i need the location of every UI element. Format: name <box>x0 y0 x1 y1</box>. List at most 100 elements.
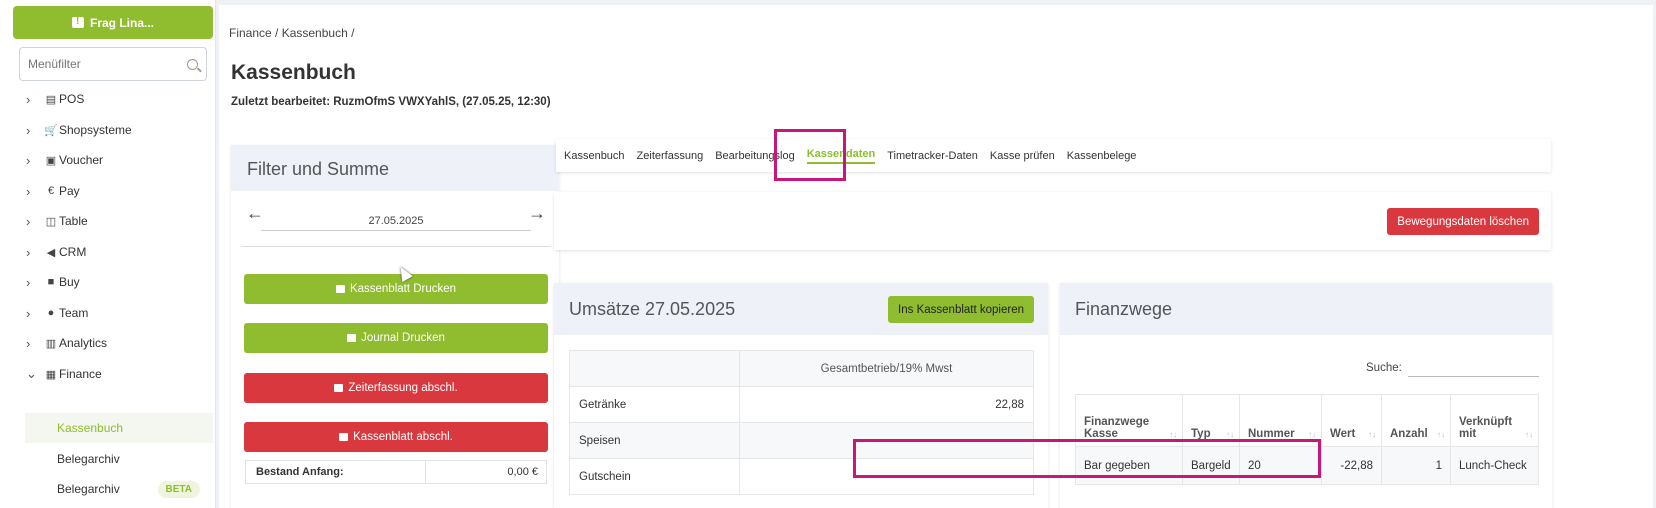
sidebar-item-label: POS <box>59 92 85 106</box>
sort-icon: ↑↓ <box>1368 430 1376 439</box>
tab-kassenbuch[interactable]: Kassenbuch <box>564 150 625 162</box>
truck-icon: ■ <box>47 276 55 288</box>
search-label: Suche: <box>1366 362 1402 374</box>
highlight-box-row <box>853 439 1321 478</box>
sidebar-item-finance[interactable]: ⌄ ▦ Finance <box>0 359 216 389</box>
header-label: Anzahl <box>1390 428 1428 440</box>
register-icon: ▤ <box>45 93 57 106</box>
header-label: Verknüpft mit <box>1459 416 1513 440</box>
sidebar-item-buy[interactable]: › ■ Buy <box>0 267 216 297</box>
button-label: Zeiterfassung abschl. <box>348 382 458 394</box>
menu-filter-field[interactable] <box>19 47 207 81</box>
header-label: Finanzwege Kasse <box>1084 416 1150 440</box>
sort-icon: ↑↓ <box>1525 430 1533 439</box>
button-label: Kassenblatt Drucken <box>349 283 457 295</box>
table-cell: 1 <box>1381 446 1451 485</box>
button-label: Journal Drucken <box>361 332 445 344</box>
column-header-wert[interactable]: Wert ↑↓ <box>1321 394 1382 447</box>
table-cell <box>569 350 740 387</box>
button-label: Kassenblatt abschl. <box>353 431 453 443</box>
row-label: Gutschein <box>569 458 740 495</box>
sidebar-subitem-belegarchiv[interactable]: Belegarchiv <box>25 444 213 474</box>
sidebar-item-table[interactable]: › ◫ Table <box>0 206 216 236</box>
tab-bar: Kassenbuch Zeiterfassung Bearbeitungslog… <box>556 139 1551 172</box>
chart-icon: ▥ <box>45 337 57 350</box>
chat-icon <box>71 16 84 28</box>
sort-icon: ↑↓ <box>1308 430 1316 439</box>
sidebar-item-label: Table <box>59 214 88 228</box>
sort-icon: ↑↓ <box>1437 430 1445 439</box>
sidebar-subitem-belegarchiv-beta[interactable]: Belegarchiv BETA <box>25 474 213 504</box>
sidebar-subitem-label: Belegarchiv <box>57 452 120 466</box>
column-header-verknuepft[interactable]: Verknüpft mit ↑↓ <box>1450 394 1539 447</box>
menu-filter-input[interactable] <box>28 57 187 71</box>
payment-methods-title: Finanzwege <box>1060 283 1552 335</box>
breadcrumb[interactable]: Finance / Kassenbuch / <box>229 26 354 40</box>
divider <box>241 246 551 247</box>
date-input[interactable]: 27.05.2025 <box>261 215 531 231</box>
calculator-icon: ▦ <box>45 368 57 381</box>
sidebar-item-label: Team <box>59 306 89 320</box>
sidebar-item-label: Pay <box>59 184 80 198</box>
close-cash-sheet-button[interactable]: Kassenblatt abschl. <box>244 422 548 452</box>
sidebar-item-pos[interactable]: › ▤ POS <box>0 84 216 114</box>
sidebar-item-voucher[interactable]: › ▣ Voucher <box>0 145 216 175</box>
date-navigator: ← 27.05.2025 → <box>231 201 559 235</box>
column-header: Gesamtbetrieb/19% Mwst <box>739 350 1034 387</box>
header-label: Wert <box>1330 428 1356 440</box>
table-cell: -22,88 <box>1321 446 1382 485</box>
chevron-right-icon: › <box>26 152 31 168</box>
print-cash-sheet-button[interactable]: Kassenblatt Drucken <box>244 274 548 304</box>
sidebar: Frag Lina... › ▤POS › 🛒Shopsysteme › ▣Vouch… <box>0 0 216 508</box>
sidebar-item-crm[interactable]: › ◀ CRM <box>0 237 216 267</box>
row-label: Getränke <box>569 386 740 423</box>
tab-kassenbelege[interactable]: Kassenbelege <box>1067 150 1137 162</box>
search-input[interactable] <box>1408 359 1539 377</box>
sidebar-subitem-kassenbuch[interactable]: Kassenbuch <box>25 413 213 443</box>
print-icon <box>335 285 345 293</box>
table-cell: Lunch-Check <box>1450 446 1539 485</box>
chevron-right-icon: › <box>26 183 31 199</box>
megaphone-icon: ◀ <box>46 246 56 259</box>
chevron-right-icon: › <box>26 305 31 321</box>
beta-badge: BETA <box>157 480 200 498</box>
tab-zeiterfassung[interactable]: Zeiterfassung <box>637 150 704 162</box>
ask-lina-label: Frag Lina... <box>89 15 154 30</box>
sidebar-subitem-label: Kassenbuch <box>57 421 124 435</box>
filter-card-title: Filter und Summe <box>231 145 559 191</box>
arrow-right-icon[interactable]: → <box>528 203 546 224</box>
main-content: Finance / Kassenbuch / Kassenbuch Zuletz… <box>219 5 1653 508</box>
sidebar-item-team[interactable]: › ● Team <box>0 298 216 328</box>
table-row: Getränke 22,88 <box>569 386 1034 423</box>
sidebar-item-shopsysteme[interactable]: › 🛒 Shopsysteme <box>0 115 216 145</box>
search-icon[interactable] <box>187 58 198 70</box>
tab-kasse-pruefen[interactable]: Kasse prüfen <box>990 150 1055 162</box>
row-label: Speisen <box>569 422 740 459</box>
chevron-right-icon: › <box>26 335 31 351</box>
cart-icon: 🛒 <box>44 124 58 137</box>
chevron-down-icon: ⌄ <box>26 366 37 381</box>
sort-icon: ↑↓ <box>1226 430 1234 439</box>
sidebar-item-label: CRM <box>59 245 87 259</box>
euro-icon: € <box>47 185 55 197</box>
sidebar-subitem-label: Belegarchiv <box>57 482 120 496</box>
users-icon: ● <box>47 307 55 319</box>
row-value: 22,88 <box>739 386 1034 423</box>
sidebar-item-pay[interactable]: › € Pay <box>0 176 216 206</box>
sidebar-item-label: Finance <box>59 367 102 381</box>
chevron-right-icon: › <box>26 213 31 229</box>
book-icon: ◫ <box>45 215 57 228</box>
last-edited-info: Zuletzt bearbeitet: RuzmOfmS VWXYahlS, (… <box>231 96 551 108</box>
opening-balance-row: Bestand Anfang: 0,00 € <box>245 460 547 484</box>
page-title: Kassenbuch <box>231 61 356 84</box>
delete-movement-data-button[interactable]: Bewegungsdaten löschen <box>1387 208 1539 235</box>
ask-lina-button[interactable]: Frag Lina... <box>13 6 213 39</box>
close-time-tracking-button[interactable]: Zeiterfassung abschl. <box>244 373 548 403</box>
copy-to-cash-sheet-button[interactable]: Ins Kassenblatt kopieren <box>888 296 1034 323</box>
tab-timetracker-daten[interactable]: Timetracker-Daten <box>887 150 978 162</box>
sidebar-item-analytics[interactable]: › ▥ Analytics <box>0 328 216 358</box>
chevron-right-icon: › <box>26 122 31 138</box>
sidebar-item-label: Shopsysteme <box>59 123 132 137</box>
column-header-anzahl[interactable]: Anzahl ↑↓ <box>1381 394 1451 447</box>
print-journal-button[interactable]: Journal Drucken <box>244 323 548 353</box>
